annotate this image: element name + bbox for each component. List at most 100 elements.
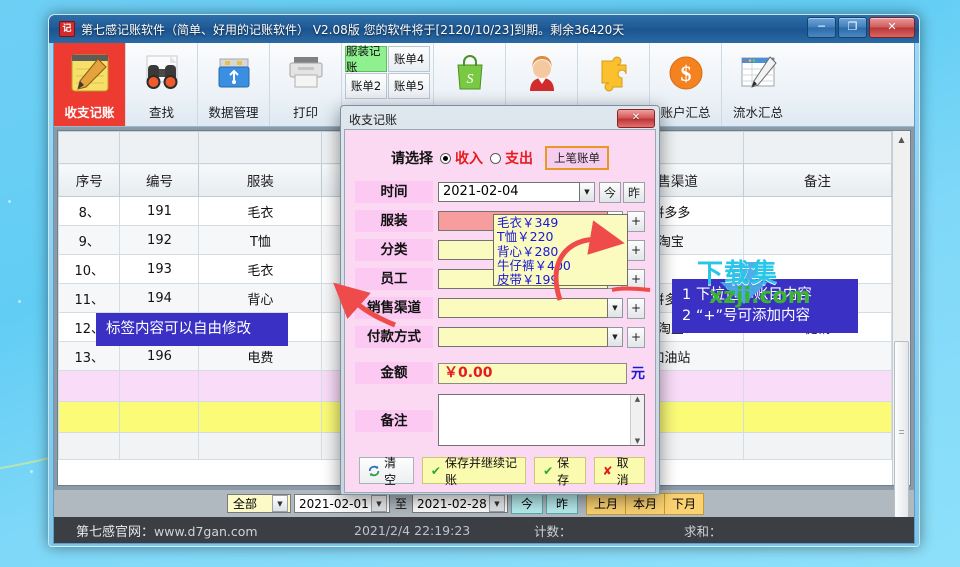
title-bar: 记 第七感记账软件（简单、好用的记账软件） V2.08版 您的软件将于[2120… xyxy=(49,15,919,43)
payment-label: 付款方式 xyxy=(355,326,433,348)
chevron-down-icon[interactable]: ▼ xyxy=(489,495,505,512)
chevron-down-icon[interactable]: ▼ xyxy=(370,495,387,512)
cell-empty xyxy=(58,401,121,433)
cell-clothing: 背心 xyxy=(198,283,323,313)
cell-clothing: 毛衣 xyxy=(198,254,323,284)
dropdown-item-2[interactable]: 背心￥280 xyxy=(497,244,627,259)
memo-textarea[interactable]: ▲ ▼ xyxy=(438,394,645,446)
column-header-number[interactable]: 编号 xyxy=(119,163,200,197)
chevron-down-icon[interactable]: ▼ xyxy=(608,327,623,347)
cell-number: 191 xyxy=(119,196,200,226)
status-sum: 求和： xyxy=(684,523,722,539)
date-to-value: 2021-02-28 xyxy=(417,496,487,511)
binoculars-icon xyxy=(146,55,177,89)
dropdown-item-0[interactable]: 毛衣￥349 xyxy=(497,215,627,230)
notebook-pencil-icon xyxy=(71,54,108,92)
cell-index: 11、 xyxy=(58,283,121,313)
radio-expense-dot[interactable] xyxy=(490,152,501,164)
scroll-up-arrow[interactable]: ▲ xyxy=(635,395,640,403)
cell-empty xyxy=(742,401,892,433)
payment-add-button[interactable]: + xyxy=(627,326,645,348)
date-to-input[interactable]: 2021-02-28 ▼ xyxy=(412,494,508,513)
scrollbar-thumb[interactable] xyxy=(894,341,909,518)
dropdown-item-4[interactable]: 皮带￥199 xyxy=(497,272,627,285)
yesterday-button[interactable]: 昨 xyxy=(546,493,578,514)
last-month-button[interactable]: 上月 xyxy=(587,493,626,514)
time-input[interactable]: 2021-02-04 xyxy=(438,182,580,202)
dialog-title: 收支记账 xyxy=(349,112,398,127)
clear-label: 清空 xyxy=(384,455,397,487)
dropdown-item-1[interactable]: T恤￥220 xyxy=(497,229,627,244)
account-tab-2[interactable]: 账单2 xyxy=(345,73,387,99)
amount-input[interactable]: ￥0.00 xyxy=(438,362,627,384)
account-tab-3[interactable]: 账单5 xyxy=(388,73,430,99)
category-add-button[interactable]: + xyxy=(627,239,645,261)
toolbar-button-flow-summary[interactable]: 流水汇总 xyxy=(722,43,794,126)
scroll-down-arrow[interactable]: ▼ xyxy=(635,437,640,445)
dropdown-item-3[interactable]: 牛仔裤￥400 xyxy=(497,258,627,273)
toolbar-button-income-expense[interactable]: 收支记账 xyxy=(54,43,126,126)
field-row-time: 时间 2021-02-04 ▼ 今 昨 xyxy=(355,181,645,203)
dialog-body: 请选择 收入 支出 上笔账单 时间 2021-02-04 ▼ 今 昨 服装 + … xyxy=(344,129,656,493)
amount-unit: 元 xyxy=(631,366,645,382)
close-button[interactable]: ✕ xyxy=(869,17,915,38)
channel-input[interactable] xyxy=(438,298,608,318)
last-bill-button[interactable]: 上笔账单 xyxy=(545,146,609,170)
usb-drive-icon xyxy=(218,58,249,88)
time-today-button[interactable]: 今 xyxy=(599,181,621,203)
toolbar-button-print[interactable]: 打印 xyxy=(270,43,342,126)
group-header-cell xyxy=(119,131,200,164)
memo-text xyxy=(439,395,630,445)
time-control: 2021-02-04 ▼ 今 昨 xyxy=(438,181,645,203)
memo-scrollbar[interactable]: ▲ ▼ xyxy=(630,395,644,445)
save-continue-button[interactable]: ✔ 保存并继续记账 xyxy=(421,456,527,487)
save-button[interactable]: ✔ 保存 xyxy=(534,456,586,487)
date-range-separator: 至 xyxy=(394,497,407,511)
account-tab-0[interactable]: 服装记账 xyxy=(345,44,387,74)
cell-number: 192 xyxy=(119,225,200,255)
cell-index: 10、 xyxy=(58,254,121,284)
chevron-down-icon[interactable]: ▼ xyxy=(608,298,623,318)
radio-expense[interactable]: 支出 xyxy=(490,148,533,168)
field-row-payment: 付款方式 ▼ + xyxy=(355,326,645,348)
toolbar-button-search[interactable]: 查找 xyxy=(126,43,198,126)
cell-clothing: 毛衣 xyxy=(198,196,323,226)
time-yesterday-button[interactable]: 昨 xyxy=(623,181,645,203)
vertical-scrollbar[interactable]: ▲ xyxy=(892,131,910,518)
minimize-button[interactable]: ─ xyxy=(807,17,836,38)
date-from-input[interactable]: 2021-02-01 ▼ xyxy=(293,494,390,513)
radio-income-dot[interactable] xyxy=(440,152,451,164)
scroll-up-arrow[interactable]: ▲ xyxy=(893,131,910,148)
toolbar-button-account-summary[interactable]: $ 账户汇总 xyxy=(650,43,722,126)
account-tab-1[interactable]: 账单4 xyxy=(388,46,430,72)
cell-empty xyxy=(58,432,121,460)
cell-number: 194 xyxy=(119,283,200,313)
status-count: 计数： xyxy=(534,523,572,539)
next-month-button[interactable]: 下月 xyxy=(665,493,703,514)
payment-input[interactable] xyxy=(438,327,608,347)
cell-clothing: T恤 xyxy=(198,225,323,255)
toolbar-button-data-management[interactable]: 数据管理 xyxy=(198,43,270,126)
column-header-clothing[interactable]: 服装 xyxy=(198,163,323,197)
maximize-button[interactable]: ❐ xyxy=(838,17,867,38)
scope-select[interactable]: 全部 ▼ xyxy=(226,494,291,513)
clothing-dropdown-list[interactable]: 毛衣￥349 T恤￥220 背心￥280 牛仔裤￥400 皮带￥199 xyxy=(493,214,628,286)
dialog-close-button[interactable]: ✕ xyxy=(617,109,655,128)
today-button[interactable]: 今 xyxy=(511,493,543,514)
column-header-index[interactable]: 序号 xyxy=(58,163,121,197)
site-label: 第七感官网： xyxy=(76,524,155,540)
staff-add-button[interactable]: + xyxy=(627,268,645,290)
cell-empty xyxy=(198,432,323,460)
clear-button[interactable]: 清空 xyxy=(359,456,414,487)
cell-empty xyxy=(119,401,200,433)
cancel-button[interactable]: ✘ 取消 xyxy=(593,456,645,487)
clothing-add-button[interactable]: + xyxy=(627,210,645,232)
this-month-button[interactable]: 本月 xyxy=(626,493,665,514)
site-info: 第七感官网：www.d7gan.com xyxy=(76,521,258,540)
chevron-down-icon[interactable]: ▼ xyxy=(580,182,595,202)
cell-empty xyxy=(742,432,892,460)
column-header-memo[interactable]: 备注 xyxy=(742,163,892,197)
radio-income[interactable]: 收入 xyxy=(440,148,483,168)
channel-add-button[interactable]: + xyxy=(627,297,645,319)
chevron-down-icon[interactable]: ▼ xyxy=(271,495,288,512)
